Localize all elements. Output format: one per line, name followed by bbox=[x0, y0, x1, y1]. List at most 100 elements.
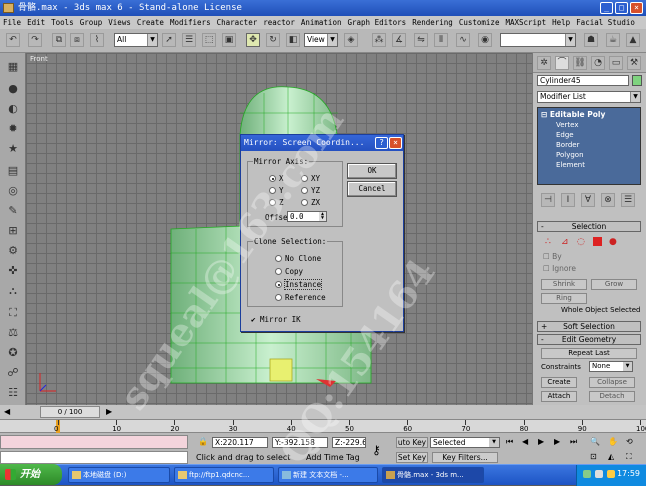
x-coordinate-field[interactable]: X:220.117 bbox=[212, 437, 268, 448]
menu-group[interactable]: Group bbox=[80, 18, 103, 27]
copy-radio[interactable] bbox=[275, 268, 282, 275]
instance-radio[interactable] bbox=[275, 281, 282, 288]
collapse-button[interactable]: Collapse bbox=[589, 377, 635, 388]
ok-button[interactable]: OK bbox=[347, 163, 397, 179]
zoom-extents-icon[interactable]: ⊡ bbox=[590, 452, 597, 461]
reference-radio[interactable] bbox=[275, 294, 282, 301]
border-mode-icon[interactable]: ◌ bbox=[577, 237, 585, 247]
compound-icon[interactable]: ⊞ bbox=[5, 223, 21, 239]
menu-graph-editors[interactable]: Graph Editors bbox=[347, 18, 406, 27]
time-slider-thumb[interactable]: 0 / 100 bbox=[40, 406, 100, 418]
menu-edit[interactable]: Edit bbox=[27, 18, 45, 27]
remove-modifier-icon[interactable]: ⊗ bbox=[601, 193, 615, 207]
detach-button[interactable]: Detach bbox=[589, 391, 635, 402]
object-color-swatch[interactable] bbox=[632, 75, 642, 86]
minimize-button[interactable]: _ bbox=[600, 2, 613, 14]
angle-snap-icon[interactable]: ∡ bbox=[392, 33, 406, 47]
select-and-rotate-icon[interactable]: ↻ bbox=[266, 33, 280, 47]
select-and-link-icon[interactable]: ⧉ bbox=[52, 33, 66, 47]
utilities-tab-icon[interactable]: ⚒ bbox=[627, 56, 641, 70]
lights-icon[interactable]: ✹ bbox=[5, 121, 21, 137]
set-key-button[interactable]: Set Key bbox=[396, 452, 428, 463]
select-and-scale-icon[interactable]: ◧ bbox=[286, 33, 300, 47]
polygon-mode-icon[interactable] bbox=[593, 237, 602, 246]
edge-mode-icon[interactable]: ⊿ bbox=[561, 237, 569, 247]
helpers-icon[interactable]: ★ bbox=[5, 141, 21, 157]
dialog-title-bar[interactable]: Mirror: Screen Coordin... ? × bbox=[241, 135, 403, 151]
dialog-close-button[interactable]: × bbox=[389, 137, 402, 149]
menu-modifiers[interactable]: Modifiers bbox=[170, 18, 211, 27]
y-coordinate-field[interactable]: Y:-392.158 bbox=[272, 437, 328, 448]
named-selection-dropdown[interactable]: ▼ bbox=[500, 33, 576, 47]
no-clone-radio[interactable] bbox=[275, 255, 282, 262]
menu-rendering[interactable]: Rendering bbox=[412, 18, 453, 27]
create-box-icon[interactable]: ▦ bbox=[5, 59, 21, 75]
go-to-end-icon[interactable]: ⏭ bbox=[570, 437, 577, 447]
play-icon[interactable]: ▶ bbox=[538, 437, 544, 446]
spinner-arrows-icon[interactable]: ▲ ▼ bbox=[319, 212, 326, 221]
key-selection-dropdown[interactable]: Selected ▼ bbox=[430, 437, 500, 448]
stack-item-polygon[interactable]: Polygon bbox=[556, 151, 584, 159]
maximize-button[interactable]: □ bbox=[615, 2, 628, 14]
reference-coordinate-dropdown[interactable]: View ▼ bbox=[304, 33, 338, 47]
mirror-icon[interactable]: ⇋ bbox=[414, 33, 428, 47]
menu-views[interactable]: Views bbox=[108, 18, 131, 27]
menu-facial-studio[interactable]: Facial Studio bbox=[576, 18, 635, 27]
menu-reactor[interactable]: reactor bbox=[263, 18, 295, 27]
pin-stack-icon[interactable]: ⊣ bbox=[541, 193, 555, 207]
taskbar-item-ftp[interactable]: ftp://ftp1.qdcnc... bbox=[174, 467, 274, 483]
close-button[interactable]: × bbox=[630, 2, 643, 14]
axis-y-radio[interactable] bbox=[269, 187, 276, 194]
ring-button[interactable]: Ring bbox=[541, 293, 587, 304]
tray-icon[interactable] bbox=[583, 470, 591, 478]
menu-customize[interactable]: Customize bbox=[459, 18, 500, 27]
maxscript-listener[interactable] bbox=[0, 435, 188, 449]
axis-zx-radio[interactable] bbox=[301, 199, 308, 206]
rollout-soft-selection[interactable]: + Soft Selection bbox=[537, 321, 641, 332]
menu-maxscript[interactable]: MAXScript bbox=[505, 18, 546, 27]
axis-z-radio[interactable] bbox=[269, 199, 276, 206]
stack-item-vertex[interactable]: Vertex bbox=[556, 121, 579, 129]
particles-icon[interactable]: ⚙ bbox=[5, 243, 21, 259]
maximize-viewport-icon[interactable]: ⛶ bbox=[626, 452, 632, 462]
menu-create[interactable]: Create bbox=[137, 18, 164, 27]
taskbar-item-local-disk[interactable]: 本地磁盘 (D:) bbox=[68, 467, 170, 483]
modifiers-icon[interactable]: ⚖ bbox=[5, 325, 21, 341]
axis-yz-radio[interactable] bbox=[301, 187, 308, 194]
space-warps-icon[interactable]: ✎ bbox=[5, 203, 21, 219]
mirror-ik-checkbox[interactable]: ✔ Mirror IK bbox=[251, 315, 301, 324]
select-by-name-icon[interactable]: ☰ bbox=[182, 33, 196, 47]
add-time-tag[interactable]: Add Time Tag bbox=[306, 453, 360, 462]
track-bar[interactable]: 0 10 20 30 40 50 60 70 80 90 100 bbox=[0, 419, 646, 433]
undo-icon[interactable]: ↶ bbox=[6, 33, 20, 47]
previous-key-icon[interactable]: ◀ bbox=[522, 437, 528, 446]
taskbar-item-3dsmax[interactable]: 骨骼.max - 3ds m... bbox=[382, 467, 484, 483]
rectangular-selection-icon[interactable]: ⬚ bbox=[202, 33, 216, 47]
prev-frame-icon[interactable]: ◀ bbox=[4, 407, 10, 416]
arc-rotate-icon[interactable]: ⟲ bbox=[626, 437, 633, 446]
menu-animation[interactable]: Animation bbox=[301, 18, 342, 27]
constraints-dropdown[interactable]: None ▼ bbox=[589, 361, 633, 372]
unlink-icon[interactable]: ⧈ bbox=[70, 33, 84, 47]
rollout-selection[interactable]: - Selection bbox=[537, 221, 641, 232]
go-to-start-icon[interactable]: ⏮ bbox=[506, 437, 513, 447]
tray-icon[interactable] bbox=[607, 470, 615, 478]
vertex-mode-icon[interactable]: ∴ bbox=[545, 237, 551, 247]
create-button[interactable]: Create bbox=[541, 377, 577, 388]
align-icon[interactable]: ⫴ bbox=[434, 33, 448, 47]
zoom-icon[interactable]: 🔍 bbox=[590, 437, 600, 446]
quick-render-icon[interactable]: ☕ bbox=[606, 33, 620, 47]
pan-icon[interactable]: ✋ bbox=[608, 437, 618, 446]
taskbar-item-notepad[interactable]: 新建 文本文档 -... bbox=[278, 467, 378, 483]
axis-x-radio[interactable] bbox=[269, 175, 276, 182]
stack-item-element[interactable]: Element bbox=[556, 161, 585, 169]
collapse-icon[interactable]: ⊟ bbox=[541, 110, 550, 119]
motion-tab-icon[interactable]: ◔ bbox=[591, 56, 605, 70]
modify-tab-icon[interactable]: ⌒ bbox=[555, 56, 569, 70]
window-crossing-icon[interactable]: ▣ bbox=[222, 33, 236, 47]
patch-grids-icon[interactable]: ✜ bbox=[5, 263, 21, 279]
viewport-label[interactable]: Front bbox=[30, 55, 48, 63]
menu-help[interactable]: Help bbox=[552, 18, 570, 27]
systems-icon[interactable]: ◎ bbox=[5, 183, 21, 199]
help-button[interactable]: ? bbox=[375, 137, 388, 149]
